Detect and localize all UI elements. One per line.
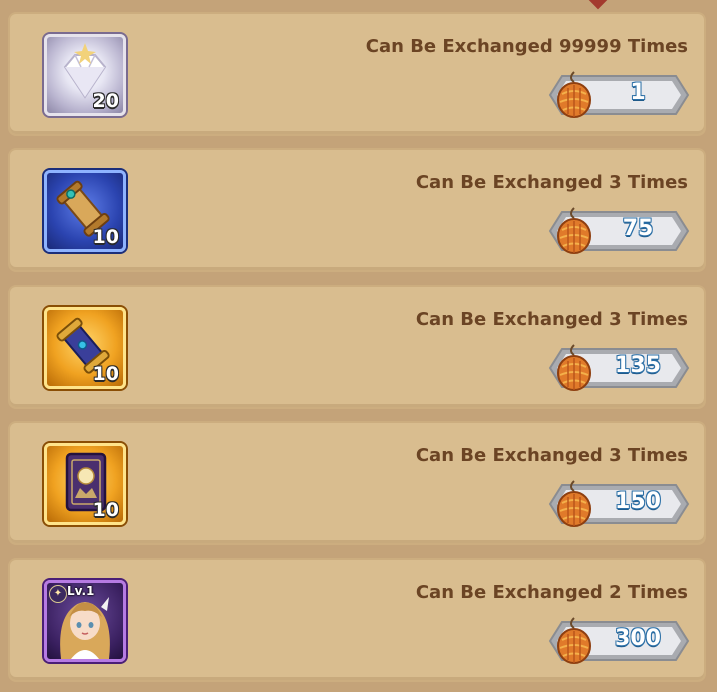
exchange-list: 20 Can Be Exchanged 99999 Times 1 10 Can… [0, 0, 717, 692]
hero-level: Lv.1 [67, 584, 95, 598]
item-quantity: 10 [92, 499, 119, 521]
exchange-limit-text: Can Be Exchanged 3 Times [415, 445, 688, 466]
card-pack-icon[interactable]: 10 [44, 443, 126, 525]
pinecone-fruit-icon [557, 71, 591, 118]
buy-button[interactable]: 135 [548, 344, 690, 391]
exchange-limit-text: Can Be Exchanged 3 Times [415, 309, 688, 330]
exchange-item-diamond[interactable]: 20 Can Be Exchanged 99999 Times 1 [8, 12, 706, 136]
item-quantity: 20 [92, 90, 119, 112]
buy-button[interactable]: 300 [548, 617, 690, 664]
exchange-item-blue-scroll[interactable]: 10 Can Be Exchanged 3 Times 75 [8, 148, 706, 272]
item-quantity: 10 [92, 363, 119, 385]
gold-scroll-icon[interactable]: 10 [44, 307, 126, 389]
pinecone-fruit-icon [557, 207, 591, 254]
buy-button[interactable]: 150 [548, 480, 690, 527]
pinecone-fruit-icon [557, 617, 591, 664]
star-icon: ✦ [49, 585, 67, 603]
item-quantity: 10 [92, 226, 119, 248]
price-value: 75 [622, 216, 654, 241]
diamond-icon[interactable]: 20 [44, 34, 126, 116]
price-value: 135 [615, 353, 661, 378]
price-value: 150 [615, 489, 661, 514]
buy-button[interactable]: 75 [548, 207, 690, 254]
exchange-limit-text: Can Be Exchanged 99999 Times [365, 36, 688, 57]
exchange-limit-text: Can Be Exchanged 2 Times [415, 582, 688, 603]
price-value: 1 [630, 80, 646, 105]
pinecone-fruit-icon [557, 480, 591, 527]
blue-scroll-icon[interactable]: 10 [44, 170, 126, 252]
exchange-item-hero[interactable]: ✦ Lv.1 Can Be Exchanged 2 Times 300 [8, 558, 706, 682]
exchange-limit-text: Can Be Exchanged 3 Times [415, 172, 688, 193]
price-value: 300 [615, 626, 661, 651]
hero-portrait-icon[interactable]: ✦ Lv.1 [44, 580, 126, 662]
pinecone-fruit-icon [557, 344, 591, 391]
exchange-item-card-pack[interactable]: 10 Can Be Exchanged 3 Times 150 [8, 421, 706, 545]
buy-button[interactable]: 1 [548, 71, 690, 118]
exchange-item-gold-scroll[interactable]: 10 Can Be Exchanged 3 Times 135 [8, 285, 706, 409]
